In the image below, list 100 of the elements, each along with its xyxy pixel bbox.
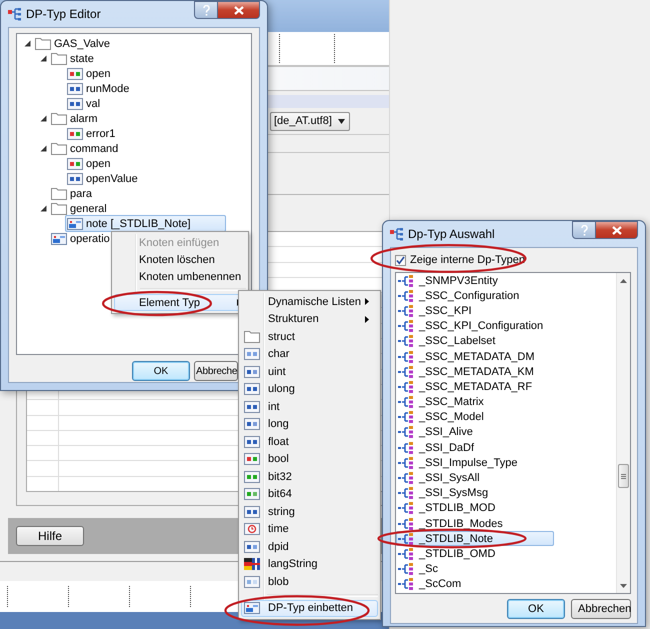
folder-icon: [51, 187, 67, 200]
menu-item[interactable]: bit64: [241, 486, 378, 503]
data-type-icon: [244, 348, 260, 360]
close-icon: [234, 6, 244, 14]
data-type-icon: [67, 82, 83, 94]
cancel-button[interactable]: Abbrechen: [571, 599, 631, 619]
menu-item[interactable]: langString: [241, 556, 378, 573]
tree-item[interactable]: command: [49, 140, 122, 157]
list-item[interactable]: _SSI_Impulse_Type: [396, 455, 554, 470]
help-button[interactable]: [194, 1, 218, 19]
structure-icon: [398, 578, 415, 590]
list-item[interactable]: _STDLIB_OMD: [396, 546, 554, 562]
scroll-up-icon[interactable]: [620, 278, 627, 282]
list-item[interactable]: _SSI_SysAll: [396, 470, 554, 486]
menu-item[interactable]: dpid: [241, 538, 378, 556]
close-button[interactable]: [218, 1, 260, 19]
tree-arrow-icon[interactable]: [40, 115, 46, 122]
cancel-button[interactable]: Abbreche: [194, 361, 238, 381]
list-item[interactable]: _SSC_Labelset: [396, 334, 554, 349]
list-item[interactable]: _SSC_Matrix: [396, 394, 554, 410]
tree-item[interactable]: GAS_Valve: [33, 35, 114, 52]
tree-item[interactable]: para: [49, 185, 96, 202]
menu-item[interactable]: struct: [241, 328, 378, 346]
structure-icon: [398, 411, 415, 424]
tree-arrow-icon[interactable]: [40, 205, 46, 212]
data-type-icon: [244, 436, 260, 448]
menu-item[interactable]: float: [241, 433, 378, 450]
list-item[interactable]: _SSC_METADATA_KM: [396, 364, 554, 380]
window-title: Dp-Typ Auswahl: [408, 227, 495, 241]
structure-icon: [398, 335, 415, 348]
list-item[interactable]: _SSC_KPI: [396, 303, 554, 319]
menu-item[interactable]: uint: [241, 363, 378, 380]
tree-item[interactable]: error1: [65, 125, 120, 142]
menu-item[interactable]: Knoten umbenennen: [114, 268, 246, 285]
tree-arrow-icon[interactable]: [40, 55, 46, 62]
folder-icon: [51, 112, 67, 125]
tree-arrow-icon[interactable]: [24, 40, 30, 47]
menu-item[interactable]: string: [241, 503, 378, 520]
list-item[interactable]: _ScCom: [396, 576, 554, 592]
list-item[interactable]: _SSC_Model: [396, 410, 554, 425]
tree-item[interactable]: open: [65, 155, 114, 172]
scrollbar[interactable]: [616, 273, 630, 593]
folder-icon: [51, 52, 67, 65]
tree-item[interactable]: runMode: [65, 80, 134, 97]
data-type-icon: [67, 128, 83, 140]
menu-item[interactable]: long: [241, 416, 378, 433]
list-item[interactable]: _SSI_SysMsg: [396, 486, 554, 501]
structure-icon: [398, 274, 415, 287]
embed-icon: [244, 602, 260, 614]
menu-item[interactable]: Knoten löschen: [114, 251, 246, 268]
menu-item[interactable]: Strukturen: [241, 310, 378, 328]
help-button[interactable]: [572, 221, 596, 239]
data-type-icon: [67, 68, 83, 80]
structure-icon: [398, 442, 415, 454]
list-item[interactable]: _SSC_Configuration: [396, 288, 554, 304]
list-item[interactable]: _STDLIB_Modes: [396, 516, 554, 532]
menu-item[interactable]: int: [241, 398, 378, 416]
tree-item[interactable]: val: [65, 95, 104, 112]
list-item[interactable]: _Sc: [396, 562, 554, 577]
ok-button[interactable]: OK: [507, 599, 565, 619]
tree-item[interactable]: state: [49, 50, 98, 67]
language-dropdown[interactable]: [de_AT.utf8]: [270, 112, 350, 130]
list-item[interactable]: _SSC_KPI_Configuration: [396, 318, 554, 334]
app-icon: [390, 228, 404, 240]
menu-item[interactable]: blob: [241, 573, 378, 590]
list-item[interactable]: _SSI_Alive: [396, 424, 554, 440]
list-item[interactable]: _SSC_METADATA_RF: [396, 379, 554, 394]
help-button[interactable]: Hilfe: [16, 526, 84, 546]
tree-item[interactable]: openValue: [65, 170, 142, 187]
list-item[interactable]: _SSI_DaDf: [396, 440, 554, 456]
data-type-icon: [67, 158, 83, 170]
scroll-thumb[interactable]: [618, 464, 629, 488]
tree-item[interactable]: general: [49, 200, 111, 217]
scroll-down-icon[interactable]: [620, 584, 627, 588]
list-item[interactable]: _STDLIB_MOD: [396, 500, 554, 516]
help-icon: [202, 4, 210, 16]
structure-icon: [398, 366, 415, 378]
menu-item[interactable]: bool: [241, 450, 378, 468]
window-title: DP-Typ Editor: [26, 7, 101, 21]
folder-icon: [51, 142, 67, 155]
close-button[interactable]: [596, 221, 638, 239]
list-item[interactable]: _SSC_METADATA_DM: [396, 348, 554, 364]
structure-icon: [398, 456, 415, 469]
data-type-icon: [244, 576, 260, 588]
tree-item[interactable]: alarm: [49, 110, 102, 127]
menu-item[interactable]: DP-Typ einbetten: [241, 600, 378, 617]
checkbox[interactable]: [395, 254, 406, 266]
ok-button[interactable]: OK: [132, 361, 190, 381]
tree-arrow-icon[interactable]: [40, 145, 46, 152]
app-icon: [8, 8, 22, 20]
tree-item[interactable]: open: [65, 65, 114, 82]
menu-item[interactable]: bit32: [241, 468, 378, 486]
list-item[interactable]: _SNMPV3Entity: [396, 273, 554, 288]
menu-item[interactable]: ulong: [241, 380, 378, 398]
menu-item[interactable]: time: [241, 520, 378, 538]
structure-icon: [398, 426, 415, 438]
menu-item[interactable]: char: [241, 346, 378, 363]
tree-item[interactable]: operatio: [49, 230, 114, 247]
structure-icon: [398, 502, 415, 514]
tree-item[interactable]: note [_STDLIB_Note]: [65, 215, 226, 232]
